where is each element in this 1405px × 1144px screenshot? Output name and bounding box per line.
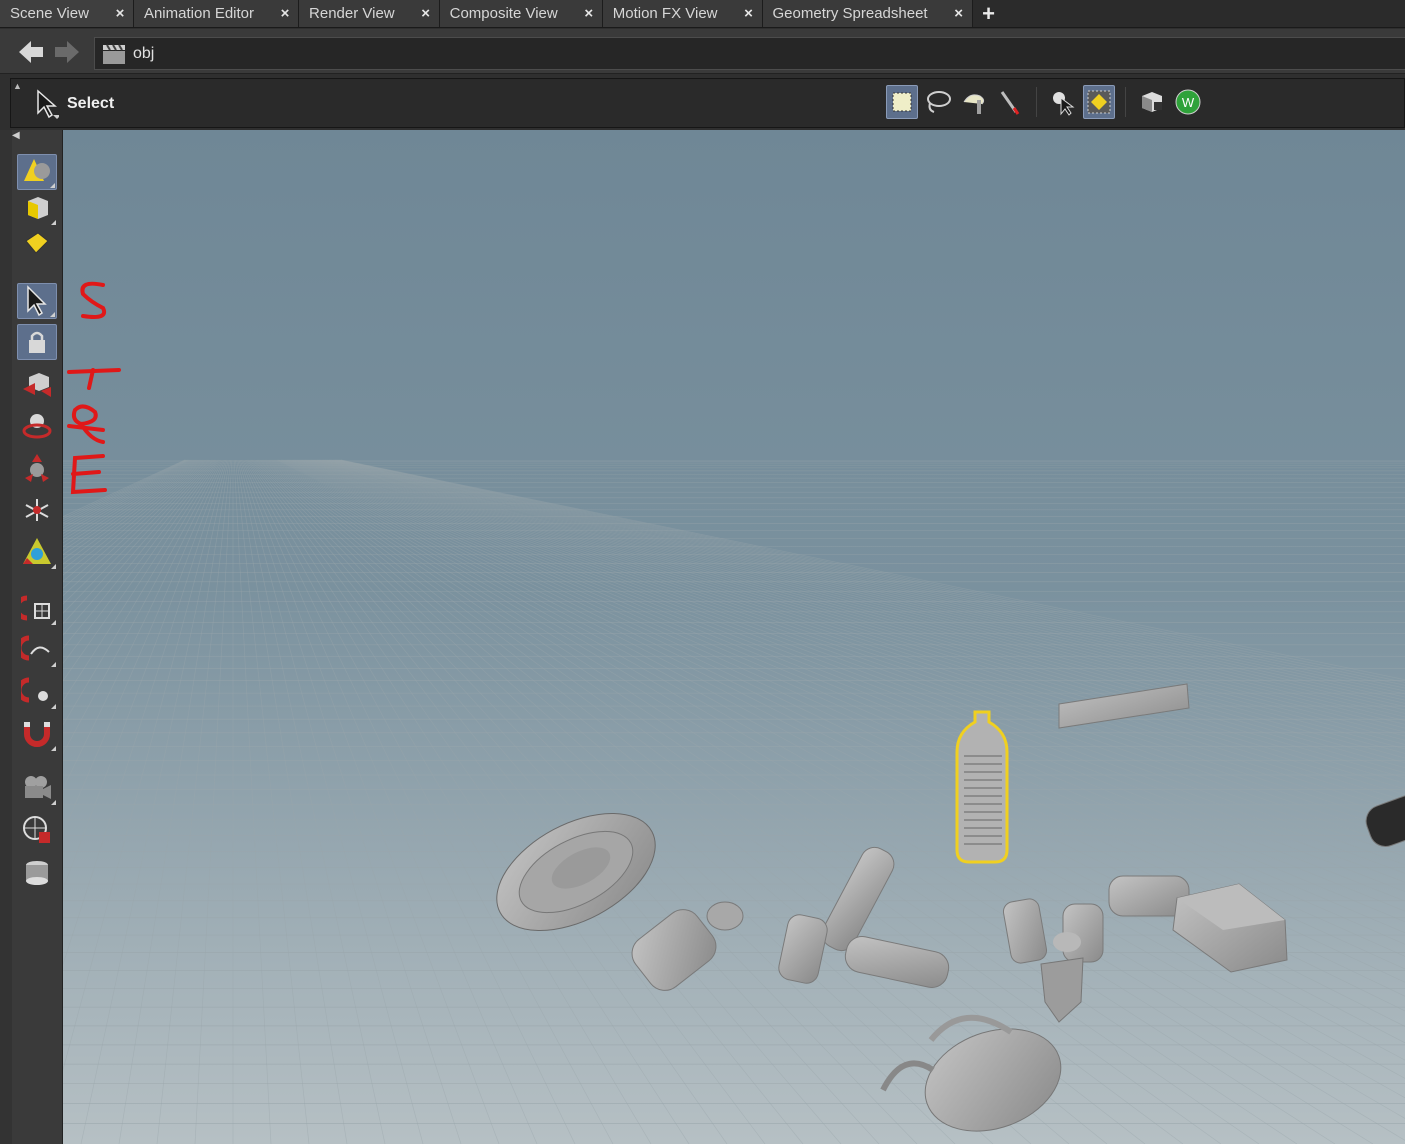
lens-icon <box>26 861 48 885</box>
pane-tab-bar: Scene View × Animation Editor × Render V… <box>0 0 1405 28</box>
network-path-field[interactable]: obj <box>94 37 1405 70</box>
visible-select-icon <box>1087 90 1111 114</box>
close-icon[interactable]: × <box>278 5 292 22</box>
magnet-grid-icon <box>21 595 50 621</box>
select-visible-button[interactable] <box>1083 85 1115 119</box>
selection-tool-tray: W <box>886 85 1204 119</box>
operation-toolbar: ▲ Select W <box>10 78 1405 128</box>
select-mode-button[interactable]: Select <box>35 89 114 119</box>
tab-label: Render View <box>309 5 395 22</box>
green-circle-icon: W <box>1175 89 1201 115</box>
back-button[interactable] <box>14 35 48 69</box>
view-tool-button[interactable] <box>17 812 57 848</box>
tray-separator <box>1036 87 1037 117</box>
tab-label: Animation Editor <box>143 5 255 22</box>
physics-button[interactable]: W <box>1172 85 1204 119</box>
camera-tool-button[interactable] <box>17 770 57 806</box>
secure-select-button[interactable] <box>17 324 57 360</box>
brush-select-button[interactable] <box>958 85 990 119</box>
pose-tool-button[interactable] <box>17 534 57 570</box>
select-label: Select <box>67 95 115 112</box>
path-bar: obj <box>0 29 1405 74</box>
tab-label: Motion FX View <box>612 5 718 22</box>
axis-handle-icon <box>25 499 49 521</box>
box-select-button[interactable] <box>886 85 918 119</box>
component-level-button[interactable] <box>17 226 57 262</box>
viewport-canvas[interactable] <box>63 130 1405 1144</box>
secure-selection-button[interactable] <box>1136 85 1168 119</box>
magnet-point-icon <box>21 677 48 703</box>
lasso-select-button[interactable] <box>922 85 954 119</box>
lock-icon <box>29 331 45 353</box>
lasso-icon <box>927 91 951 113</box>
cube-icon <box>28 197 48 219</box>
snap-grid-button[interactable] <box>17 590 57 626</box>
pointer-arrow-icon <box>27 285 47 317</box>
tab-animation-editor[interactable]: Animation Editor × <box>133 0 300 27</box>
viewport-background <box>63 130 1405 1144</box>
arrow-right-icon <box>55 41 79 63</box>
left-pane-edge <box>0 130 12 1144</box>
magnet-icon <box>24 722 50 747</box>
face-select-icon <box>25 232 49 254</box>
object-level-button[interactable] <box>17 154 57 190</box>
pointer-arrow-icon <box>37 89 59 119</box>
tab-geometry-spreadsheet[interactable]: Geometry Spreadsheet × <box>762 0 973 27</box>
close-icon[interactable]: × <box>742 5 756 22</box>
geometry-level-button[interactable] <box>17 190 57 226</box>
tab-composite-view[interactable]: Composite View × <box>439 0 603 27</box>
select-hidden-button[interactable] <box>1047 85 1079 119</box>
handles-tool-button[interactable] <box>17 492 57 528</box>
path-value: obj <box>133 44 155 62</box>
add-tab-button[interactable]: + <box>973 0 1005 27</box>
laser-pointer-icon <box>1000 91 1020 115</box>
laser-select-button[interactable] <box>994 85 1026 119</box>
move-handle-icon <box>23 373 51 397</box>
snap-curve-button[interactable] <box>17 632 57 668</box>
rotate-handle-icon <box>22 414 52 439</box>
close-icon[interactable]: × <box>582 5 596 22</box>
close-icon[interactable]: × <box>419 5 433 22</box>
forward-button[interactable] <box>50 35 84 69</box>
bottle-object-selected[interactable] <box>955 710 1009 864</box>
tab-label: Geometry Spreadsheet <box>772 5 928 22</box>
plus-icon: + <box>982 0 996 26</box>
object-shapes-icon <box>24 159 50 181</box>
clapperboard-icon <box>103 43 125 64</box>
box-select-icon <box>892 92 912 112</box>
tab-label: Scene View <box>10 5 89 22</box>
tray-separator <box>1125 87 1126 117</box>
snap-point-button[interactable] <box>17 674 57 710</box>
tab-scene-view[interactable]: Scene View × <box>0 0 134 27</box>
cube-group-icon <box>1142 92 1162 112</box>
houdini-window: Scene View × Animation Editor × Render V… <box>0 0 1405 1144</box>
tab-label: Composite View <box>449 5 558 22</box>
render-region-button[interactable] <box>17 855 57 891</box>
rotate-tool-button[interactable] <box>17 408 57 444</box>
arrow-left-icon <box>19 41 43 63</box>
close-icon[interactable]: × <box>113 5 127 22</box>
scene-viewport[interactable] <box>63 130 1405 1144</box>
tab-render-view[interactable]: Render View × <box>299 0 440 27</box>
target-view-icon <box>23 816 50 843</box>
snap-magnet-button[interactable] <box>17 716 57 752</box>
scale-handle-icon <box>25 454 49 482</box>
collapse-left-arrow-icon[interactable]: ◀ <box>12 130 20 141</box>
tab-motion-fx-view[interactable]: Motion FX View × <box>602 0 763 27</box>
svg-text:W: W <box>1182 95 1195 110</box>
magnet-curve-icon <box>21 635 50 661</box>
toolbar-scroll-up[interactable]: ▲ <box>13 81 23 127</box>
select-tool-button[interactable] <box>17 283 57 319</box>
translate-tool-button[interactable] <box>17 366 57 402</box>
pick-hidden-icon <box>1053 92 1075 116</box>
transform-gizmo-icon <box>23 538 51 564</box>
close-icon[interactable]: × <box>952 5 966 22</box>
camera-icon <box>25 776 51 799</box>
brush-select-icon <box>963 94 985 114</box>
scale-tool-button[interactable] <box>17 450 57 486</box>
